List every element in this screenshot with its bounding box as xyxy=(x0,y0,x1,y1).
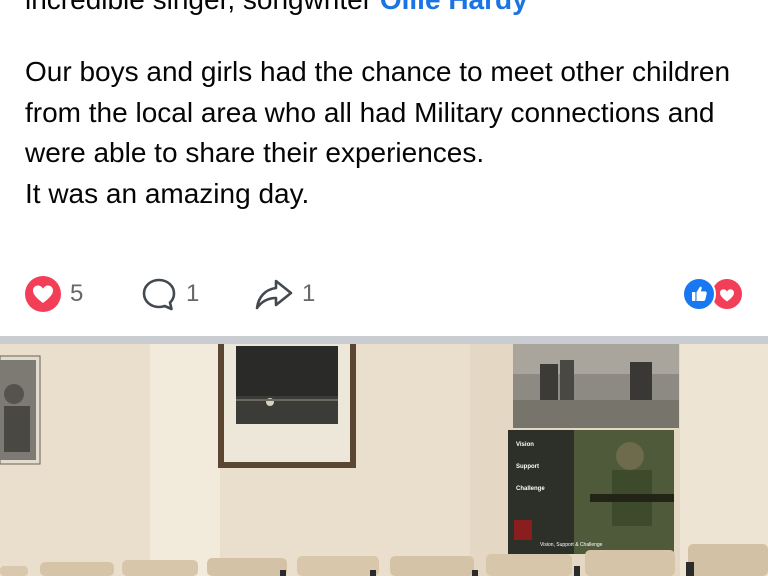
post-card: incredible singer, songwriter Ollie Hard… xyxy=(0,0,768,336)
military-poster: Vision Support Challenge Vision, Support… xyxy=(508,430,674,554)
poster-heading-support: Support xyxy=(516,464,539,470)
post-text-cut-line: incredible singer, songwriter Ollie Hard… xyxy=(25,0,528,16)
post-photo[interactable]: Vision Support Challenge Vision, Support… xyxy=(0,344,768,576)
feed-divider xyxy=(0,336,768,344)
poster-heading-challenge: Challenge xyxy=(516,486,545,492)
post-actions-bar: 5 1 1 xyxy=(0,270,768,316)
comment-icon xyxy=(142,278,176,311)
poster-footer: Vision, Support & Challenge xyxy=(540,542,603,548)
reactions-summary[interactable] xyxy=(682,277,744,311)
post-body: Our boys and girls had the chance to mee… xyxy=(25,52,745,214)
wall-photo-left xyxy=(0,355,41,465)
poster-heading-vision: Vision xyxy=(516,442,534,448)
comment-count: 1 xyxy=(186,280,200,307)
share-count: 1 xyxy=(302,280,316,307)
thumbs-up-icon xyxy=(682,277,716,311)
photo-scene: Vision Support Challenge Vision, Support… xyxy=(0,344,768,576)
share-arrow-icon xyxy=(255,279,293,310)
cut-line-text: incredible singer, songwriter xyxy=(25,0,380,15)
wall-photo-bw xyxy=(513,344,679,428)
post-paragraph: Our boys and girls had the chance to mee… xyxy=(25,56,731,168)
share-button[interactable]: 1 xyxy=(254,276,315,312)
heart-icon xyxy=(25,276,61,312)
post-paragraph: It was an amazing day. xyxy=(25,177,310,209)
framed-night-picture xyxy=(218,344,356,468)
mention-link[interactable]: Ollie Hardy xyxy=(380,0,528,15)
like-count: 5 xyxy=(70,280,84,307)
like-button[interactable]: 5 xyxy=(24,276,83,312)
comment-button[interactable]: 1 xyxy=(140,276,199,312)
